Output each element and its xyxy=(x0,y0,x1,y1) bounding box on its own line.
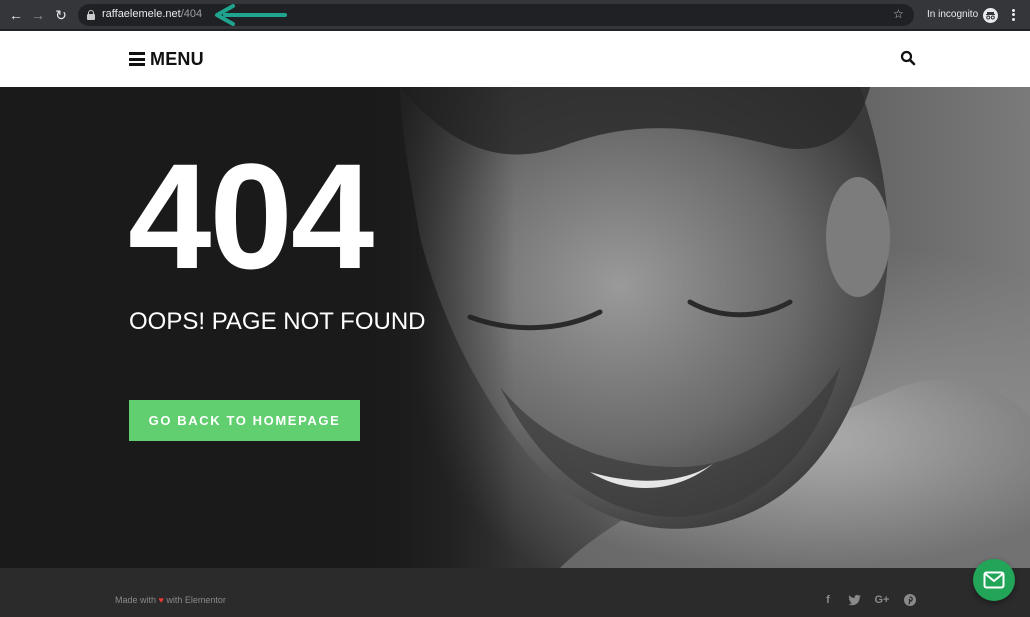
browser-toolbar: ← → ↻ raffaelemele.net/404 ☆ In incognit… xyxy=(0,0,1030,30)
pinterest-icon[interactable] xyxy=(903,593,917,607)
twitter-icon[interactable] xyxy=(848,593,862,607)
facebook-icon[interactable]: f xyxy=(821,593,835,607)
lock-icon xyxy=(87,10,95,20)
credit-suffix[interactable]: with Elementor xyxy=(166,595,226,605)
address-bar[interactable]: raffaelemele.net/404 xyxy=(78,4,914,26)
kebab-menu-icon[interactable] xyxy=(1008,7,1018,23)
menu-label: MENU xyxy=(150,48,204,69)
back-arrow-icon[interactable]: ← xyxy=(7,6,25,24)
menu-button[interactable]: MENU xyxy=(129,48,204,70)
incognito-label: In incognito xyxy=(927,9,979,20)
url-path: /404 xyxy=(180,8,203,20)
footer-credit: Made with ♥ with Elementor xyxy=(115,595,226,605)
site-header: MENU xyxy=(0,31,1030,87)
site-footer: Made with ♥ with Elementor f G+ xyxy=(0,568,1030,617)
error-code: 404 xyxy=(128,132,374,300)
url-text[interactable]: raffaelemele.net/404 xyxy=(102,8,202,20)
annotation-arrow-icon xyxy=(215,4,287,26)
mail-icon xyxy=(983,571,1005,589)
search-icon[interactable] xyxy=(900,50,916,66)
forward-arrow-icon[interactable]: → xyxy=(29,6,47,24)
hero-section: 404 OOPS! PAGE NOT FOUND GO BACK TO HOME… xyxy=(0,87,1030,568)
incognito-icon[interactable] xyxy=(983,8,998,23)
google-plus-icon[interactable]: G+ xyxy=(873,593,891,607)
bookmark-star-icon[interactable]: ☆ xyxy=(893,7,904,21)
contact-chat-button[interactable] xyxy=(973,559,1015,601)
reload-icon[interactable]: ↻ xyxy=(52,6,70,24)
heart-icon: ♥ xyxy=(158,595,164,605)
hamburger-icon xyxy=(129,52,145,66)
credit-prefix: Made with xyxy=(115,595,157,605)
url-host: raffaelemele.net xyxy=(102,8,181,20)
go-home-button[interactable]: GO BACK TO HOMEPAGE xyxy=(129,400,360,441)
error-message: OOPS! PAGE NOT FOUND xyxy=(129,308,426,335)
